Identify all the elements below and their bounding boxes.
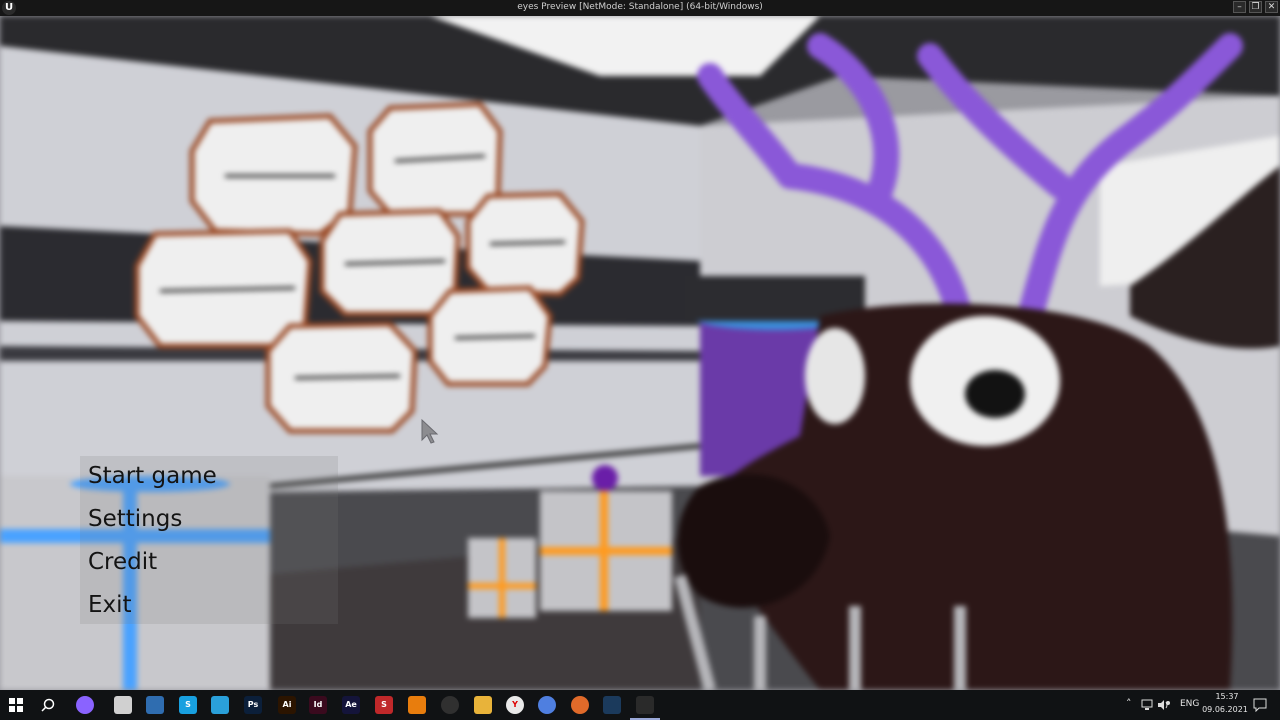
illustrator-icon[interactable]: Ai [278, 696, 296, 714]
start-game-button[interactable]: Start game [80, 456, 338, 499]
vpn-icon[interactable] [1162, 697, 1174, 709]
settings-button[interactable]: Settings [80, 499, 338, 542]
chrome-icon[interactable] [538, 696, 556, 714]
calculator-icon[interactable] [146, 696, 164, 714]
telegram-icon[interactable] [211, 696, 229, 714]
game-viewport[interactable]: Start game Settings Credit Exit [0, 16, 1280, 690]
search-icon[interactable] [41, 698, 55, 712]
credit-button[interactable]: Credit [80, 542, 338, 585]
blender-icon[interactable] [408, 696, 426, 714]
chevron-up-icon[interactable]: ˄ [1126, 697, 1132, 710]
window-titlebar[interactable]: U eyes Preview [NetMode: Standalone] (64… [0, 0, 1280, 16]
language-indicator[interactable]: ENG [1180, 699, 1199, 709]
obs-icon[interactable] [441, 696, 459, 714]
cortana-icon[interactable] [76, 696, 94, 714]
windows-taskbar: S Ps Ai Id Ae S Y ˄ ENG 15:37 09.06.2021 [0, 690, 1280, 720]
unreal-engine-icon[interactable] [636, 696, 654, 714]
clock-date[interactable]: 09.06.2021 [1199, 705, 1251, 714]
photoshop-icon[interactable]: Ps [244, 696, 262, 714]
clock-time[interactable]: 15:37 [1207, 692, 1247, 701]
restore-icon[interactable]: ❐ [1249, 1, 1262, 13]
minimize-icon[interactable]: – [1233, 1, 1246, 13]
yandex-browser-icon[interactable]: Y [506, 696, 524, 714]
exit-button[interactable]: Exit [80, 585, 338, 628]
windows-start-icon[interactable] [9, 698, 23, 712]
window-controls: – ❐ ✕ [1233, 1, 1278, 13]
browser-icon[interactable] [114, 696, 132, 714]
substance-icon[interactable]: S [375, 696, 393, 714]
notification-icon[interactable] [1253, 698, 1267, 712]
window-title: eyes Preview [NetMode: Standalone] (64-b… [517, 2, 763, 12]
skype-icon[interactable]: S [179, 696, 197, 714]
steam-icon[interactable] [603, 696, 621, 714]
indesign-icon[interactable]: Id [309, 696, 327, 714]
after-effects-icon[interactable]: Ae [342, 696, 360, 714]
network-icon[interactable] [1141, 699, 1153, 711]
close-icon[interactable]: ✕ [1265, 1, 1278, 13]
settings-gear-icon[interactable] [571, 696, 589, 714]
file-explorer-icon[interactable] [474, 696, 492, 714]
main-menu: Start game Settings Credit Exit [80, 456, 338, 624]
mouse-cursor-icon [421, 418, 439, 444]
